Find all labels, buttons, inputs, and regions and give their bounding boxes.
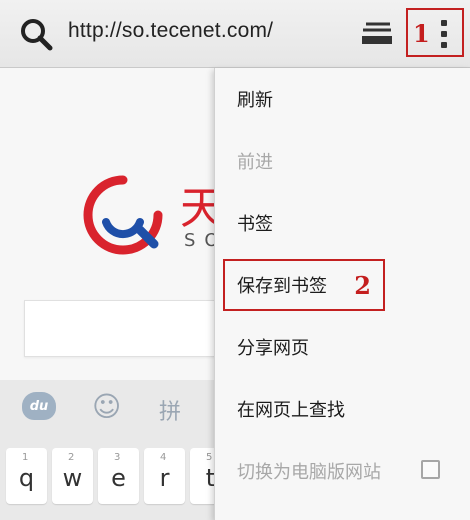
- key-char: w: [62, 464, 83, 492]
- key-number: 3: [114, 452, 121, 463]
- key-char: q: [18, 464, 35, 492]
- emoji-icon[interactable]: ☺: [92, 390, 121, 423]
- key-r[interactable]: 4 r: [144, 448, 185, 504]
- key-number: 1: [22, 452, 29, 463]
- menu-item-save-to-bookmarks[interactable]: 2 保存到书签: [215, 254, 470, 316]
- tabs-icon[interactable]: [360, 20, 394, 48]
- menu-item-forward: 前进: [215, 130, 470, 192]
- du-icon[interactable]: du: [22, 392, 56, 420]
- step-marker-2: 2: [354, 271, 371, 300]
- menu-item-label: 刷新: [237, 90, 273, 111]
- menu-item-label: 书签: [237, 214, 273, 235]
- desktop-site-checkbox[interactable]: [421, 460, 440, 479]
- menu-item-refresh[interactable]: 刷新: [215, 68, 470, 130]
- search-icon[interactable]: [19, 17, 53, 51]
- key-char: r: [159, 464, 170, 492]
- menu-button[interactable]: 1: [406, 8, 464, 57]
- step-marker-1: 1: [413, 19, 430, 48]
- menu-item-label: 在网页上查找: [237, 400, 345, 421]
- menu-item-bookmarks[interactable]: 书签: [215, 192, 470, 254]
- overflow-menu: 刷新 前进 书签 2 保存到书签 分享网页 在网页上查找 切换为电脑版网站: [214, 68, 470, 520]
- search-input[interactable]: [24, 300, 246, 357]
- key-e[interactable]: 3 e: [98, 448, 139, 504]
- logo-icon: [83, 175, 163, 255]
- menu-item-label: 分享网页: [237, 338, 309, 359]
- menu-item-label: 前进: [237, 152, 273, 173]
- key-char: e: [111, 464, 126, 492]
- key-number: 2: [68, 452, 75, 463]
- more-vertical-icon: [441, 20, 447, 53]
- url-field[interactable]: http://so.tecenet.com/: [68, 19, 273, 43]
- address-bar: http://so.tecenet.com/ 1: [0, 0, 470, 68]
- menu-item-share-page[interactable]: 分享网页: [215, 316, 470, 378]
- key-number: 4: [160, 452, 167, 463]
- key-q[interactable]: 1 q: [6, 448, 47, 504]
- menu-item-label: 保存到书签: [237, 276, 327, 297]
- pinyin-button[interactable]: 拼: [159, 394, 181, 426]
- menu-item-label: 切换为电脑版网站: [237, 462, 381, 483]
- key-number: 5: [206, 452, 213, 463]
- menu-item-find-in-page[interactable]: 在网页上查找: [215, 378, 470, 440]
- menu-item-desktop-site[interactable]: 切换为电脑版网站: [215, 440, 470, 502]
- key-w[interactable]: 2 w: [52, 448, 93, 504]
